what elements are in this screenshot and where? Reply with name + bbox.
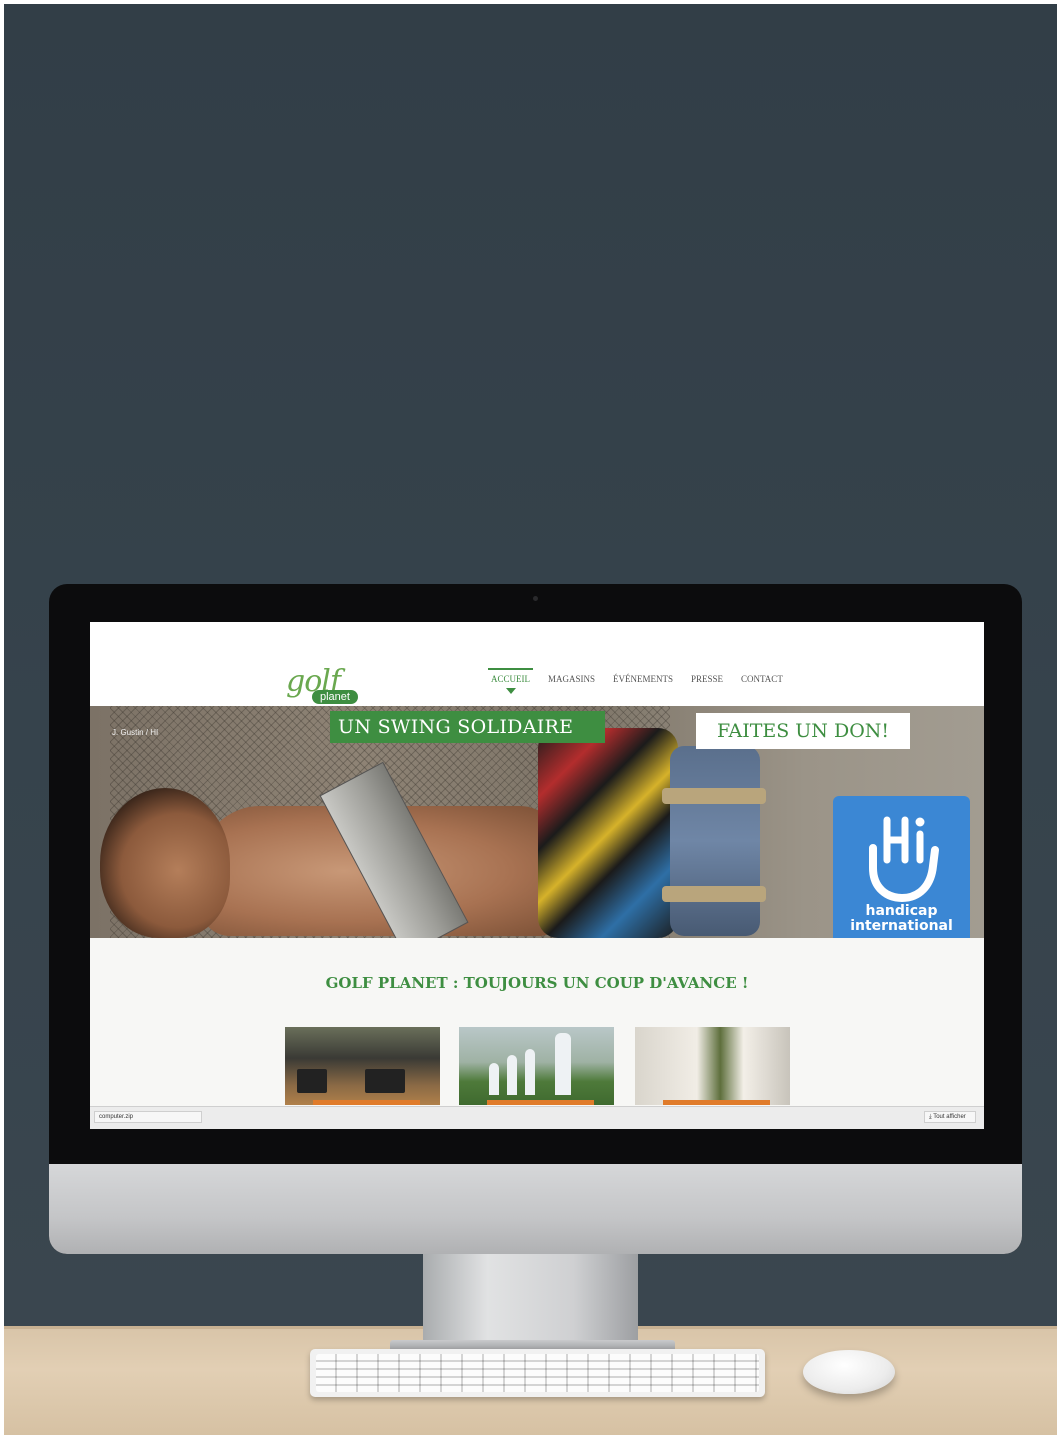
hand-icon [869, 816, 939, 902]
handicap-international-badge[interactable]: handicap international [833, 796, 970, 938]
hero-photo-leg-brace [670, 746, 760, 936]
browser-download-bar: computer.zip ⤓ Tout afficher [90, 1106, 984, 1129]
nav-magasins[interactable]: MAGASINS [539, 668, 604, 692]
nav-contact[interactable]: CONTACT [732, 668, 792, 692]
badge-name: handicap international [833, 904, 970, 934]
thumbnail-accent-bar [487, 1100, 594, 1105]
thumbnail-accent-bar [663, 1100, 770, 1105]
keyboard-keys [316, 1354, 759, 1392]
thumbnail-accent-bar [313, 1100, 420, 1105]
event-flag [555, 1033, 571, 1095]
photo-credit: J. Gustin / HI [112, 728, 159, 737]
hero-photo-face [100, 788, 230, 938]
download-icon: ⤓ [929, 1114, 932, 1120]
download-filename: computer.zip [99, 1114, 134, 1120]
site-header: golf planet ACCUEIL MAGASINS ÉVÉNEMENTS … [90, 622, 984, 706]
section-title: GOLF PLANET : TOUJOURS UN COUP D'AVANCE … [325, 974, 749, 992]
hero-photo-shorts [538, 728, 678, 938]
badge-line-1: handicap [865, 903, 938, 919]
logo-sub: planet [312, 690, 358, 704]
brace-strap [662, 886, 766, 902]
download-item[interactable]: computer.zip [94, 1111, 202, 1123]
show-all-label: Tout afficher [933, 1114, 966, 1120]
monitor-chin [49, 1164, 1022, 1254]
camera-icon [533, 596, 538, 601]
mouse [803, 1350, 895, 1394]
event-flag [525, 1049, 535, 1095]
monitor: golf planet ACCUEIL MAGASINS ÉVÉNEMENTS … [49, 584, 1022, 1254]
clothing-rack [297, 1069, 327, 1093]
show-all-downloads-button[interactable]: ⤓ Tout afficher [924, 1111, 976, 1123]
browser-screen: golf planet ACCUEIL MAGASINS ÉVÉNEMENTS … [90, 622, 984, 1129]
thumbnail-press[interactable] [635, 1027, 790, 1105]
clothing-rack [365, 1069, 405, 1093]
donate-button[interactable]: FAITES UN DON! [696, 713, 910, 749]
badge-line-2: international [850, 918, 953, 934]
thumbnail-event[interactable] [459, 1027, 614, 1105]
keyboard [310, 1349, 765, 1397]
hero-banner: J. Gustin / HI UN SWING SOLIDAIRE FAITES… [90, 706, 984, 938]
hero-headline: UN SWING SOLIDAIRE [330, 711, 606, 743]
brace-strap [662, 788, 766, 804]
nav-accueil[interactable]: ACCUEIL [482, 668, 539, 694]
nav-presse[interactable]: PRESSE [682, 668, 732, 692]
thumbnail-shop[interactable] [285, 1027, 440, 1105]
nav-evenements[interactable]: ÉVÉNEMENTS [604, 668, 682, 692]
main-nav: ACCUEIL MAGASINS ÉVÉNEMENTS PRESSE CONTA… [482, 668, 792, 698]
event-flag [507, 1055, 517, 1095]
monitor-stand [423, 1250, 638, 1345]
event-flag [489, 1063, 499, 1095]
